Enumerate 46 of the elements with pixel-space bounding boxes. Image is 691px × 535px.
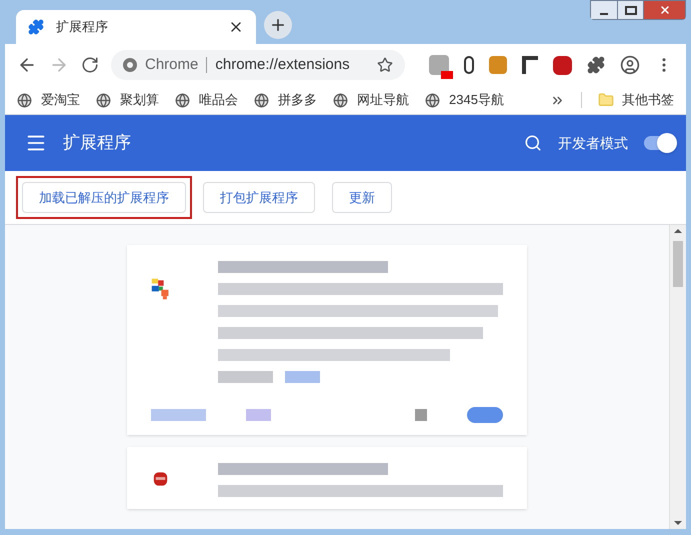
bookmark-folder[interactable]: 其他书签 xyxy=(598,90,674,110)
bookmark-item[interactable]: 爱淘宝 xyxy=(17,90,80,110)
developer-mode-toggle[interactable] xyxy=(644,136,674,150)
bookmark-label: 2345导航 xyxy=(449,91,504,110)
new-tab-button[interactable] xyxy=(264,11,292,39)
bookmark-item[interactable]: 聚划算 xyxy=(96,90,159,110)
maximize-button[interactable] xyxy=(617,1,643,19)
puzzle-icon[interactable] xyxy=(587,56,605,74)
toolbar-button[interactable]: 打包扩展程序 xyxy=(203,182,315,213)
close-button[interactable] xyxy=(643,1,685,19)
bookmark-label: 其他书签 xyxy=(622,91,674,110)
reload-icon[interactable] xyxy=(81,56,99,74)
globe-icon xyxy=(17,92,32,108)
globe-icon xyxy=(175,92,190,108)
globe-icon xyxy=(333,92,348,108)
site-label: Chrome xyxy=(145,54,198,75)
tab-title: 扩展程序 xyxy=(56,18,109,36)
bookmark-item[interactable]: 网址导航 xyxy=(333,90,409,110)
search-icon[interactable] xyxy=(524,134,542,152)
globe-icon xyxy=(425,92,440,108)
account-icon[interactable] xyxy=(620,55,640,75)
puzzle-icon xyxy=(28,19,44,35)
developer-mode-label: 开发者模式 xyxy=(558,134,628,152)
address-bar[interactable]: Chrome chrome://extensions xyxy=(111,50,405,80)
bookmark-label: 网址导航 xyxy=(357,91,409,110)
chrome-icon xyxy=(123,58,137,72)
bookmark-label: 聚划算 xyxy=(120,91,159,110)
globe-icon xyxy=(254,92,269,108)
globe-icon xyxy=(96,92,111,108)
page-title: 扩展程序 xyxy=(63,132,132,154)
bookmark-label: 爱淘宝 xyxy=(41,91,80,110)
url-text: chrome://extensions xyxy=(215,54,351,75)
bookmark-item[interactable]: 拼多多 xyxy=(254,90,317,110)
star-icon[interactable] xyxy=(377,57,393,73)
bookmark-label: 唯品会 xyxy=(199,91,238,110)
toolbar-button[interactable]: 更新 xyxy=(332,182,392,213)
close-icon xyxy=(658,4,670,16)
minimize-button[interactable] xyxy=(591,1,617,19)
bookmark-label: 拼多多 xyxy=(278,91,317,110)
bookmark-item[interactable]: 2345导航 xyxy=(425,90,504,110)
toolbar-button[interactable]: 加载已解压的扩展程序 xyxy=(22,182,186,213)
plus-icon xyxy=(269,16,287,34)
folder-icon xyxy=(598,92,614,108)
bookmark-item[interactable]: 唯品会 xyxy=(175,90,238,110)
scrollbar[interactable] xyxy=(669,225,686,529)
tab[interactable]: 扩展程序 xyxy=(16,10,256,44)
